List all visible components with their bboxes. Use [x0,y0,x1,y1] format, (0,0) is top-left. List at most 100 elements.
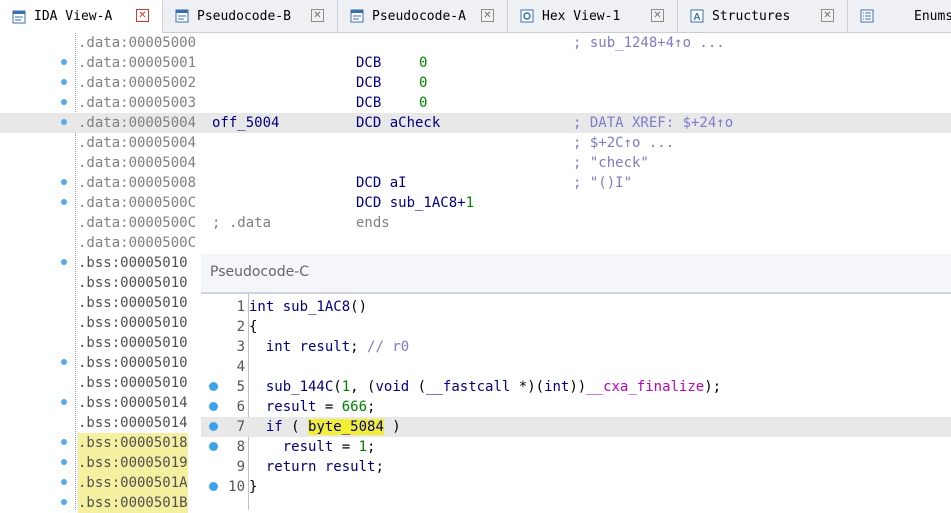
mnemonic: DCD aI [356,175,407,191]
tab-pseudocode-b[interactable]: Pseudocode-B ✕ [163,0,338,32]
pseudocode-body[interactable]: 1 int sub_1AC8() 2{3 int result; // r0 4 5 s… [201,294,951,510]
code-token[interactable]: sub_1AC8 [283,299,350,315]
pseudocode-line[interactable]: 1 int sub_1AC8() [201,297,951,317]
code-token: *)( [510,379,545,395]
tab-label: Pseudocode-A [372,8,466,24]
line-number: 9 [236,459,245,475]
code-token: int [249,339,300,355]
address: .bss:00005010 [78,295,188,311]
address: .data:00005000 [78,35,197,51]
pseudocode-line[interactable]: 4 [201,357,951,377]
tab-structures[interactable]: A Structures ✕ [678,0,848,32]
pseudocode-line[interactable]: 9 return result; [201,457,951,477]
code-token: 1 [358,439,368,455]
close-icon[interactable]: ✕ [136,9,149,22]
code-token[interactable]: result [249,439,334,455]
code-token: ( [333,379,342,395]
disasm-row[interactable]: .data:00005001 DCB 0 [0,53,951,73]
svg-text:A: A [693,12,700,23]
close-icon[interactable]: ✕ [311,9,324,22]
code-token[interactable]: result [249,399,317,415]
code-text[interactable]: int result; // r0 [249,337,409,357]
pseudocode-line[interactable]: 10} [201,477,951,497]
xref-dot-icon [61,479,67,485]
code-text[interactable]: result = 666; [249,397,376,417]
address: .bss:0000501B [78,493,188,513]
pseudocode-line[interactable]: 5 sub_144C(1, (void (__fastcall *)(int))… [201,377,951,397]
disasm-row[interactable]: .data:00005004 ; "check" [0,153,951,173]
code-token[interactable]: result [325,459,376,475]
code-text[interactable]: if ( byte_5084 ) [249,417,401,437]
xref-dot-icon [61,199,67,205]
address: .bss:00005010 [78,375,188,391]
code-text[interactable]: result = 1; [249,437,376,457]
breakpoint-dot-icon[interactable] [209,382,218,391]
xref-dot-icon [61,179,67,185]
xref-dot-icon [61,439,67,445]
enums-icon [860,9,874,23]
operand[interactable]: aI [390,175,407,191]
code-text[interactable]: { [249,317,257,337]
line-number: 8 [236,439,245,455]
address: .data:00005002 [78,75,197,91]
code-token: ; [367,439,376,455]
code-token[interactable]: sub_144C [249,379,333,395]
code-token: )) [569,379,587,395]
address: .data:00005004 [78,155,197,171]
breakpoint-dot-icon[interactable] [209,402,218,411]
disasm-row[interactable]: .data:0000500C ; .data ends [0,213,951,233]
xref-dot-icon [61,119,67,125]
pseudocode-c-panel[interactable]: Pseudocode-C 1 int sub_1AC8() 2{3 int resu… [201,254,951,510]
disasm-row[interactable]: .data:00005004 ; $+2C↑o ... [0,133,951,153]
line-number: 6 [236,399,245,415]
disasm-row[interactable]: .data:0000500C [0,233,951,253]
panel-title: Pseudocode-C [210,264,310,280]
pseudocode-line[interactable]: 3 int result; // r0 [201,337,951,357]
disasm-row[interactable]: .data:00005004 off_5004 DCD aCheck ; DATA X… [0,113,951,133]
comment: ; "()I" [573,175,633,191]
label[interactable]: ; .data [212,213,271,233]
disasm-row[interactable]: .data:00005008 DCD aI ; "()I" [0,173,951,193]
pseudocode-c-titlebar[interactable]: Pseudocode-C [201,254,951,294]
operand[interactable]: sub_1AC8+ [390,195,466,211]
pseudocode-line[interactable]: 7 if ( byte_5084 ) [201,417,951,437]
close-icon[interactable]: ✕ [651,9,664,22]
disasm-row[interactable]: .data:00005003 DCB 0 [0,93,951,113]
code-text[interactable]: int sub_1AC8() [249,297,367,317]
line-number: 10 [228,479,245,495]
breakpoint-dot-icon[interactable] [209,422,218,431]
tab-pseudocode-a[interactable]: Pseudocode-A ✕ [338,0,508,32]
pseudocode-line[interactable]: 2{ [201,317,951,337]
pseudocode-line[interactable]: 6 result = 666; [201,397,951,417]
code-token[interactable]: result [300,339,351,355]
address: .data:0000500C [78,195,197,211]
line-number: 7 [236,419,245,435]
operand[interactable]: aCheck [390,115,441,131]
disasm-row[interactable]: .data:0000500C DCD sub_1AC8+1 [0,193,951,213]
breakpoint-dot-icon[interactable] [209,442,218,451]
line-number: 5 [236,379,245,395]
tab-enums[interactable]: Enums [848,0,951,32]
highlighted-symbol[interactable]: byte_5084 [308,419,384,435]
code-text[interactable]: } [249,477,257,497]
mnemonic: DCD aCheck [356,115,441,131]
tab-ida-view-a[interactable]: IDA View-A ✕ [0,0,163,33]
address: .bss:00005010 [78,335,188,351]
address: .bss:00005010 [78,355,188,371]
pseudocode-line[interactable]: 8 result = 1; [201,437,951,457]
code-text[interactable]: return result; [249,457,384,477]
breakpoint-dot-icon[interactable] [209,482,218,491]
code-text[interactable]: sub_144C(1, (void (__fastcall *)(int))__… [249,377,721,397]
close-icon[interactable]: ✕ [481,9,494,22]
tab-label: Structures [712,8,791,24]
xref-dot-icon [61,59,67,65]
code-token[interactable]: __cxa_finalize [586,379,704,395]
operand-number: 0 [419,95,428,111]
label[interactable]: off_5004 [212,113,279,133]
tab-hex-view-1[interactable]: Hex View-1 ✕ [508,0,678,32]
disasm-row[interactable]: .data:00005002 DCB 0 [0,73,951,93]
close-icon[interactable]: ✕ [821,9,834,22]
disasm-row[interactable]: .data:00005000 ; sub_1248+4↑o ... [0,33,951,53]
code-token: , ( [350,379,376,395]
xref-dot-icon [61,359,67,365]
